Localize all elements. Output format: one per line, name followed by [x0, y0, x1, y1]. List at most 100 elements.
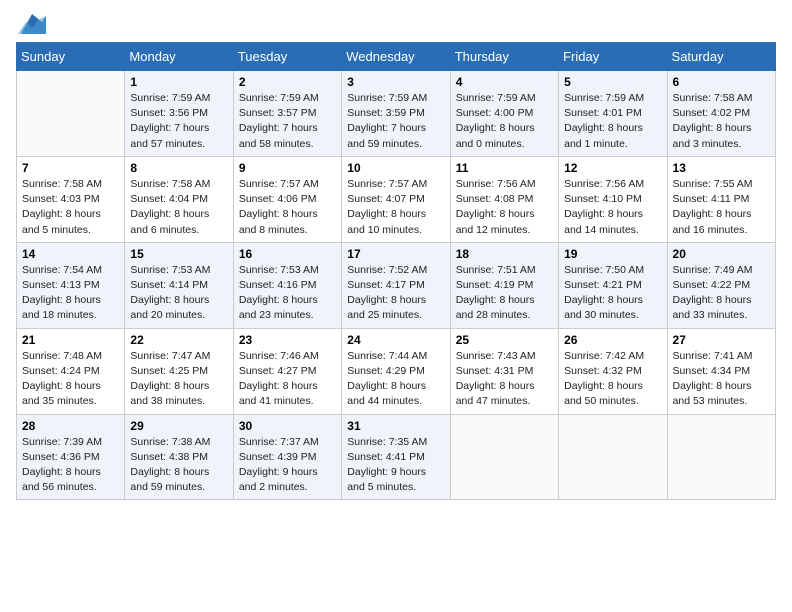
calendar-cell: 20 Sunrise: 7:49 AM Sunset: 4:22 PM Dayli… — [667, 242, 775, 328]
calendar-cell — [450, 414, 558, 500]
logo-icon — [18, 12, 46, 34]
day-info: Sunrise: 7:56 AM Sunset: 4:08 PM Dayligh… — [456, 177, 553, 238]
col-header-sunday: Sunday — [17, 43, 125, 71]
day-info: Sunrise: 7:58 AM Sunset: 4:02 PM Dayligh… — [673, 91, 770, 152]
day-number: 24 — [347, 333, 444, 347]
calendar-cell: 3 Sunrise: 7:59 AM Sunset: 3:59 PM Daylig… — [342, 71, 450, 157]
day-info: Sunrise: 7:49 AM Sunset: 4:22 PM Dayligh… — [673, 263, 770, 324]
calendar-cell: 22 Sunrise: 7:47 AM Sunset: 4:25 PM Dayli… — [125, 328, 233, 414]
day-info: Sunrise: 7:59 AM Sunset: 4:01 PM Dayligh… — [564, 91, 661, 152]
day-info: Sunrise: 7:43 AM Sunset: 4:31 PM Dayligh… — [456, 349, 553, 410]
day-number: 8 — [130, 161, 227, 175]
calendar-cell: 15 Sunrise: 7:53 AM Sunset: 4:14 PM Dayli… — [125, 242, 233, 328]
day-number: 28 — [22, 419, 119, 433]
day-info: Sunrise: 7:48 AM Sunset: 4:24 PM Dayligh… — [22, 349, 119, 410]
day-number: 15 — [130, 247, 227, 261]
day-number: 2 — [239, 75, 336, 89]
day-info: Sunrise: 7:59 AM Sunset: 3:57 PM Dayligh… — [239, 91, 336, 152]
calendar-cell: 10 Sunrise: 7:57 AM Sunset: 4:07 PM Dayli… — [342, 156, 450, 242]
day-info: Sunrise: 7:56 AM Sunset: 4:10 PM Dayligh… — [564, 177, 661, 238]
calendar-cell: 28 Sunrise: 7:39 AM Sunset: 4:36 PM Dayli… — [17, 414, 125, 500]
day-info: Sunrise: 7:59 AM Sunset: 3:59 PM Dayligh… — [347, 91, 444, 152]
calendar-cell: 27Sunrise: 7:41 AM Sunset: 4:34 PM Dayli… — [667, 328, 775, 414]
day-number: 16 — [239, 247, 336, 261]
calendar-cell: 17 Sunrise: 7:52 AM Sunset: 4:17 PM Dayli… — [342, 242, 450, 328]
day-number: 29 — [130, 419, 227, 433]
calendar-cell: 9 Sunrise: 7:57 AM Sunset: 4:06 PM Daylig… — [233, 156, 341, 242]
calendar-cell: 11 Sunrise: 7:56 AM Sunset: 4:08 PM Dayli… — [450, 156, 558, 242]
day-number: 30 — [239, 419, 336, 433]
calendar-cell: 30 Sunrise: 7:37 AM Sunset: 4:39 PM Dayli… — [233, 414, 341, 500]
day-number: 20 — [673, 247, 770, 261]
day-info: Sunrise: 7:42 AM Sunset: 4:32 PM Dayligh… — [564, 349, 661, 410]
calendar-cell — [667, 414, 775, 500]
calendar-cell: 31 Sunrise: 7:35 AM Sunset: 4:41 PM Dayli… — [342, 414, 450, 500]
day-number: 12 — [564, 161, 661, 175]
day-info: Sunrise: 7:58 AM Sunset: 4:03 PM Dayligh… — [22, 177, 119, 238]
day-number: 17 — [347, 247, 444, 261]
day-number: 4 — [456, 75, 553, 89]
day-info: Sunrise: 7:59 AM Sunset: 4:00 PM Dayligh… — [456, 91, 553, 152]
day-number: 27 — [673, 333, 770, 347]
day-info: Sunrise: 7:38 AM Sunset: 4:38 PM Dayligh… — [130, 435, 227, 496]
day-info: Sunrise: 7:59 AM Sunset: 3:56 PM Dayligh… — [130, 91, 227, 152]
calendar-cell: 8 Sunrise: 7:58 AM Sunset: 4:04 PM Daylig… — [125, 156, 233, 242]
calendar-cell: 12 Sunrise: 7:56 AM Sunset: 4:10 PM Dayli… — [559, 156, 667, 242]
day-number: 14 — [22, 247, 119, 261]
day-number: 9 — [239, 161, 336, 175]
day-number: 19 — [564, 247, 661, 261]
day-info: Sunrise: 7:50 AM Sunset: 4:21 PM Dayligh… — [564, 263, 661, 324]
calendar-cell: 26Sunrise: 7:42 AM Sunset: 4:32 PM Dayli… — [559, 328, 667, 414]
calendar-cell: 13 Sunrise: 7:55 AM Sunset: 4:11 PM Dayli… — [667, 156, 775, 242]
calendar-cell: 2 Sunrise: 7:59 AM Sunset: 3:57 PM Daylig… — [233, 71, 341, 157]
calendar-cell: 21 Sunrise: 7:48 AM Sunset: 4:24 PM Dayli… — [17, 328, 125, 414]
day-info: Sunrise: 7:57 AM Sunset: 4:06 PM Dayligh… — [239, 177, 336, 238]
day-number: 18 — [456, 247, 553, 261]
calendar-cell: 5Sunrise: 7:59 AM Sunset: 4:01 PM Daylig… — [559, 71, 667, 157]
day-info: Sunrise: 7:46 AM Sunset: 4:27 PM Dayligh… — [239, 349, 336, 410]
calendar-cell: 25 Sunrise: 7:43 AM Sunset: 4:31 PM Dayli… — [450, 328, 558, 414]
calendar-cell — [17, 71, 125, 157]
day-number: 25 — [456, 333, 553, 347]
day-number: 10 — [347, 161, 444, 175]
day-info: Sunrise: 7:58 AM Sunset: 4:04 PM Dayligh… — [130, 177, 227, 238]
day-info: Sunrise: 7:55 AM Sunset: 4:11 PM Dayligh… — [673, 177, 770, 238]
page-header — [16, 16, 776, 34]
day-info: Sunrise: 7:53 AM Sunset: 4:14 PM Dayligh… — [130, 263, 227, 324]
calendar-cell — [559, 414, 667, 500]
calendar-cell: 1Sunrise: 7:59 AM Sunset: 3:56 PM Daylig… — [125, 71, 233, 157]
day-info: Sunrise: 7:52 AM Sunset: 4:17 PM Dayligh… — [347, 263, 444, 324]
col-header-tuesday: Tuesday — [233, 43, 341, 71]
day-info: Sunrise: 7:57 AM Sunset: 4:07 PM Dayligh… — [347, 177, 444, 238]
day-number: 11 — [456, 161, 553, 175]
day-number: 3 — [347, 75, 444, 89]
calendar-table: SundayMondayTuesdayWednesdayThursdayFrid… — [16, 42, 776, 500]
calendar-cell: 6 Sunrise: 7:58 AM Sunset: 4:02 PM Daylig… — [667, 71, 775, 157]
day-number: 13 — [673, 161, 770, 175]
col-header-monday: Monday — [125, 43, 233, 71]
day-number: 6 — [673, 75, 770, 89]
day-number: 21 — [22, 333, 119, 347]
col-header-friday: Friday — [559, 43, 667, 71]
day-info: Sunrise: 7:53 AM Sunset: 4:16 PM Dayligh… — [239, 263, 336, 324]
day-info: Sunrise: 7:35 AM Sunset: 4:41 PM Dayligh… — [347, 435, 444, 496]
day-info: Sunrise: 7:37 AM Sunset: 4:39 PM Dayligh… — [239, 435, 336, 496]
calendar-cell: 7 Sunrise: 7:58 AM Sunset: 4:03 PM Daylig… — [17, 156, 125, 242]
day-number: 31 — [347, 419, 444, 433]
day-info: Sunrise: 7:39 AM Sunset: 4:36 PM Dayligh… — [22, 435, 119, 496]
day-number: 7 — [22, 161, 119, 175]
calendar-cell: 18 Sunrise: 7:51 AM Sunset: 4:19 PM Dayli… — [450, 242, 558, 328]
calendar-cell: 23Sunrise: 7:46 AM Sunset: 4:27 PM Dayli… — [233, 328, 341, 414]
calendar-cell: 29 Sunrise: 7:38 AM Sunset: 4:38 PM Dayli… — [125, 414, 233, 500]
day-info: Sunrise: 7:44 AM Sunset: 4:29 PM Dayligh… — [347, 349, 444, 410]
calendar-cell: 14 Sunrise: 7:54 AM Sunset: 4:13 PM Dayli… — [17, 242, 125, 328]
day-number: 22 — [130, 333, 227, 347]
calendar-cell: 19 Sunrise: 7:50 AM Sunset: 4:21 PM Dayli… — [559, 242, 667, 328]
day-info: Sunrise: 7:54 AM Sunset: 4:13 PM Dayligh… — [22, 263, 119, 324]
col-header-wednesday: Wednesday — [342, 43, 450, 71]
calendar-cell: 16 Sunrise: 7:53 AM Sunset: 4:16 PM Dayli… — [233, 242, 341, 328]
day-info: Sunrise: 7:47 AM Sunset: 4:25 PM Dayligh… — [130, 349, 227, 410]
day-info: Sunrise: 7:51 AM Sunset: 4:19 PM Dayligh… — [456, 263, 553, 324]
logo — [16, 16, 46, 34]
col-header-thursday: Thursday — [450, 43, 558, 71]
